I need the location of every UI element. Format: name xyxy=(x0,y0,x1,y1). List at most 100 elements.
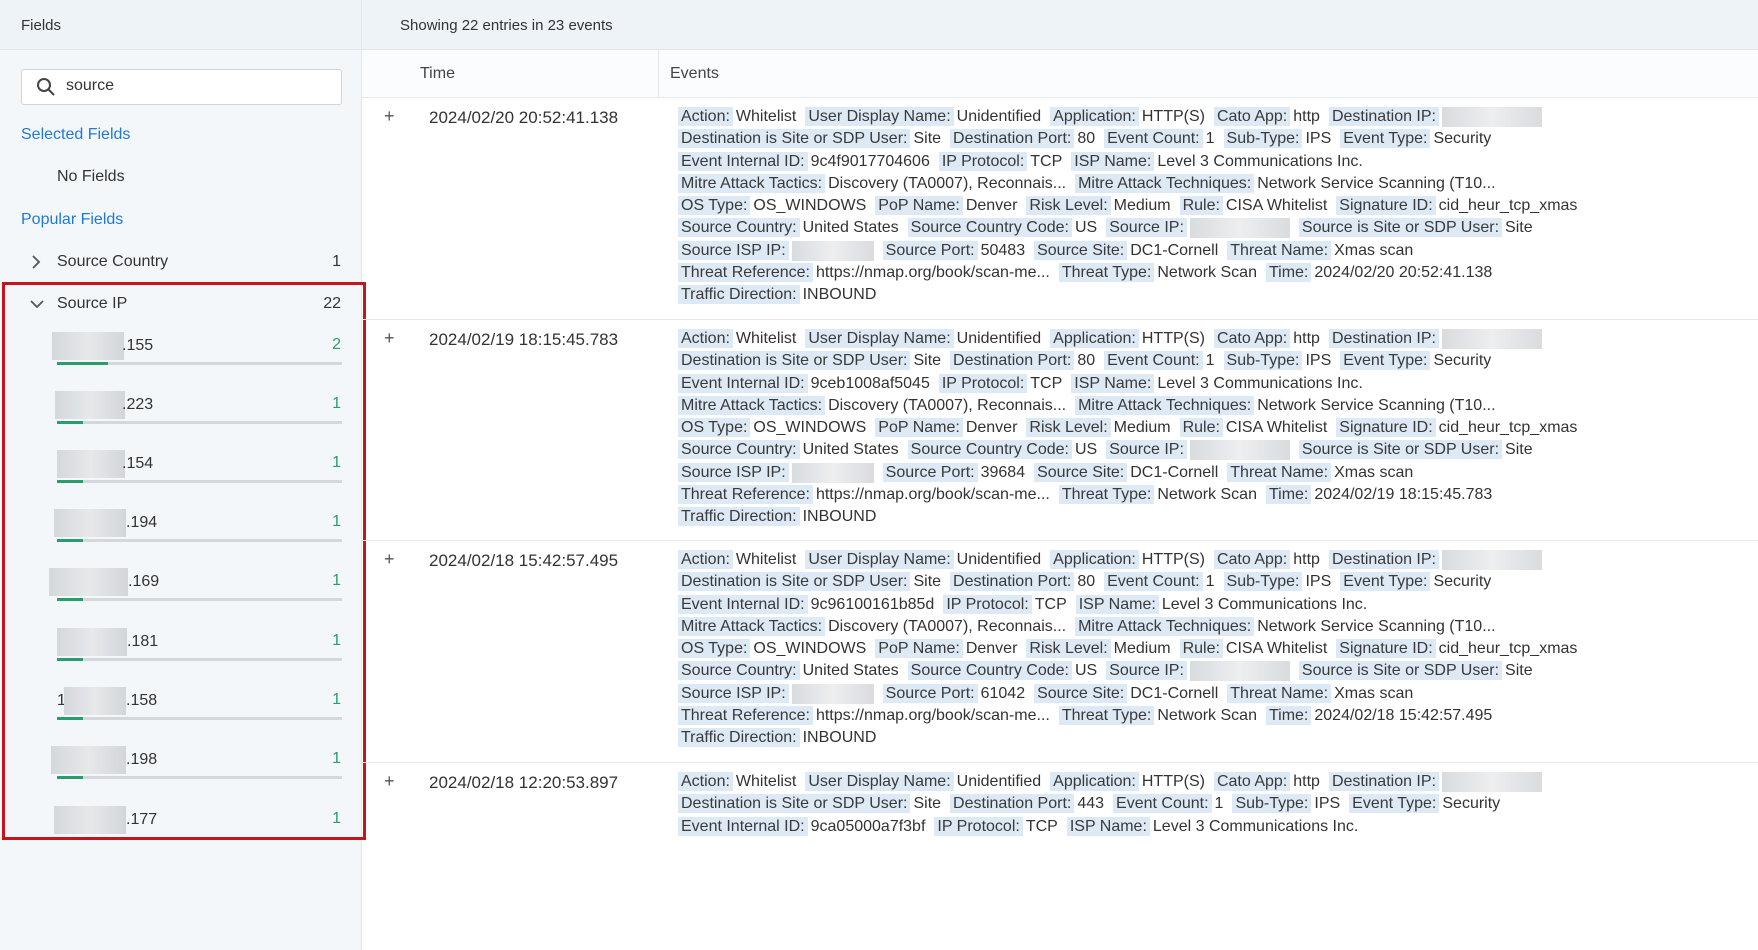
field-key[interactable]: Threat Type: xyxy=(1058,706,1155,726)
field-value[interactable]: Unidentified xyxy=(954,551,1042,568)
field-value[interactable]: 443 xyxy=(1074,795,1104,812)
field-key[interactable]: Event Count: xyxy=(1113,794,1212,814)
event-field[interactable]: Traffic Direction: INBOUND xyxy=(678,506,876,528)
event-field[interactable]: OS Type: OS_WINDOWS xyxy=(678,638,866,660)
field-value[interactable]: Site xyxy=(910,352,941,369)
event-field[interactable]: Threat Name: Xmas scan xyxy=(1227,683,1413,705)
event-field[interactable]: Threat Type: Network Scan xyxy=(1058,262,1257,284)
event-field[interactable]: Event Internal ID: 9ca05000a7f3bf xyxy=(678,816,925,838)
event-field[interactable]: Destination is Site or SDP User: Site xyxy=(678,571,941,593)
event-field[interactable]: Cato App: http xyxy=(1213,106,1320,128)
field-value[interactable]: 9c96100161b85d xyxy=(808,596,935,613)
field-value[interactable]: United States xyxy=(800,441,899,458)
event-field[interactable]: Risk Level: Medium xyxy=(1026,417,1171,439)
field-value[interactable]: https://nmap.org/book/scan-me... xyxy=(813,486,1050,503)
field-key[interactable]: PoP Name: xyxy=(875,196,963,216)
field-key[interactable]: Threat Type: xyxy=(1058,485,1155,505)
event-row[interactable]: +2024/02/20 20:52:41.138 Action: Whitelist… xyxy=(362,98,1758,320)
event-field[interactable]: Traffic Direction: INBOUND xyxy=(678,727,876,749)
time-column-header[interactable]: Time xyxy=(420,65,455,83)
event-field[interactable]: Event Internal ID: 9ceb1008af5045 xyxy=(678,373,930,395)
event-field[interactable]: Threat Name: Xmas scan xyxy=(1227,462,1413,484)
field-key[interactable]: Source Country: xyxy=(678,218,800,238)
field-value[interactable]: INBOUND xyxy=(800,508,877,525)
event-field[interactable]: Source Country: United States xyxy=(678,660,899,682)
field-key[interactable]: Traffic Direction: xyxy=(678,285,800,305)
field-value[interactable]: OS_WINDOWS xyxy=(750,419,866,436)
field-key[interactable]: Threat Type: xyxy=(1058,263,1155,283)
field-key[interactable]: Signature ID: xyxy=(1336,418,1436,438)
event-field[interactable]: IP Protocol: TCP xyxy=(938,373,1062,395)
event-field[interactable]: OS Type: OS_WINDOWS xyxy=(678,195,866,217)
field-value[interactable]: Security xyxy=(1430,573,1491,590)
event-field[interactable]: Time: 2024/02/18 15:42:57.495 xyxy=(1265,705,1492,727)
field-value[interactable]: DC1-Cornell xyxy=(1127,464,1218,481)
field-value[interactable]: IPS xyxy=(1302,573,1331,590)
field-key[interactable]: Mitre Attack Tactics: xyxy=(678,173,826,193)
field-value[interactable]: 39684 xyxy=(978,464,1026,481)
event-field[interactable]: Source is Site or SDP User: Site xyxy=(1298,217,1533,239)
event-field[interactable]: Event Count: 1 xyxy=(1113,793,1223,815)
event-field[interactable]: Action: Whitelist xyxy=(678,771,796,793)
event-field[interactable]: Action: Whitelist xyxy=(678,328,796,350)
field-key[interactable]: IP Protocol: xyxy=(938,151,1028,171)
field-value[interactable]: Level 3 Communications Inc. xyxy=(1150,818,1358,835)
field-value[interactable]: 2024/02/19 18:15:45.783 xyxy=(1311,486,1492,503)
event-field[interactable]: Source Site: DC1-Cornell xyxy=(1034,462,1218,484)
field-key[interactable]: Destination is Site or SDP User: xyxy=(678,351,911,371)
field-value[interactable]: Network Service Scanning (T10... xyxy=(1254,175,1495,192)
field-key[interactable]: Source is Site or SDP User: xyxy=(1298,440,1503,460)
field-key[interactable]: Event Type: xyxy=(1340,351,1431,371)
event-field[interactable]: Sub-Type: IPS xyxy=(1223,571,1331,593)
field-value[interactable]: 9ca05000a7f3bf xyxy=(808,818,926,835)
field-value[interactable]: Whitelist xyxy=(733,551,796,568)
field-key[interactable]: Destination IP: xyxy=(1328,772,1439,791)
chevron-right-icon[interactable] xyxy=(28,253,44,271)
events-column-header[interactable]: Events xyxy=(670,65,719,83)
field-value[interactable]: INBOUND xyxy=(800,286,877,303)
field-value[interactable]: IPS xyxy=(1302,352,1331,369)
event-field[interactable]: Application: HTTP(S) xyxy=(1050,106,1205,128)
event-field[interactable]: Application: HTTP(S) xyxy=(1050,771,1205,793)
field-key[interactable]: Mitre Attack Techniques: xyxy=(1075,395,1255,415)
field-value[interactable]: Unidentified xyxy=(954,330,1042,347)
field-key[interactable]: Source Site: xyxy=(1034,683,1128,703)
field-key[interactable]: Rule: xyxy=(1179,196,1223,216)
field-key[interactable]: Source ISP IP: xyxy=(678,462,789,482)
field-value[interactable]: Site xyxy=(1502,441,1533,458)
field-key[interactable]: Source Port: xyxy=(882,240,978,260)
field-key[interactable]: Source ISP IP: xyxy=(678,240,789,260)
event-field[interactable]: Mitre Attack Techniques: Network Service … xyxy=(1075,173,1496,195)
event-field[interactable]: Event Type: Security xyxy=(1340,350,1491,372)
field-key[interactable]: Signature ID: xyxy=(1336,639,1436,659)
field-value[interactable]: Network Service Scanning (T10... xyxy=(1254,618,1495,635)
event-field[interactable]: ISP Name: Level 3 Communications Inc. xyxy=(1071,373,1363,395)
field-key[interactable]: Source is Site or SDP User: xyxy=(1298,218,1503,238)
field-value[interactable]: OS_WINDOWS xyxy=(750,197,866,214)
event-field[interactable]: PoP Name: Denver xyxy=(875,638,1017,660)
event-field[interactable]: Threat Name: Xmas scan xyxy=(1227,240,1413,262)
field-value[interactable]: HTTP(S) xyxy=(1139,551,1205,568)
field-key[interactable]: Application: xyxy=(1050,772,1139,791)
field-value[interactable]: 2024/02/18 15:42:57.495 xyxy=(1311,707,1492,724)
field-value[interactable]: TCP xyxy=(1023,818,1058,835)
event-field[interactable]: Source Port: 39684 xyxy=(882,462,1026,484)
field-key[interactable]: Threat Name: xyxy=(1227,683,1332,703)
field-value[interactable]: 50483 xyxy=(978,242,1026,259)
event-field[interactable]: Source Site: DC1-Cornell xyxy=(1034,683,1218,705)
field-value[interactable]: Whitelist xyxy=(733,773,796,790)
event-field[interactable]: Source Country Code: US xyxy=(907,217,1097,239)
event-field[interactable]: Source IP: xyxy=(1106,217,1290,239)
field-value[interactable]: HTTP(S) xyxy=(1139,108,1205,125)
field-key[interactable]: Cato App: xyxy=(1213,550,1291,569)
event-field[interactable]: Rule: CISA Whitelist xyxy=(1179,195,1327,217)
expand-event-icon[interactable]: + xyxy=(384,549,395,570)
expand-event-icon[interactable]: + xyxy=(384,106,395,127)
field-key[interactable]: Traffic Direction: xyxy=(678,507,800,527)
field-key[interactable]: Sub-Type: xyxy=(1223,129,1303,149)
field-key[interactable]: OS Type: xyxy=(678,639,751,659)
field-key[interactable]: Source Country Code: xyxy=(907,218,1072,238)
field-value[interactable]: DC1-Cornell xyxy=(1127,685,1218,702)
event-field[interactable]: ISP Name: Level 3 Communications Inc. xyxy=(1075,594,1367,616)
field-key[interactable]: Event Internal ID: xyxy=(678,151,808,171)
